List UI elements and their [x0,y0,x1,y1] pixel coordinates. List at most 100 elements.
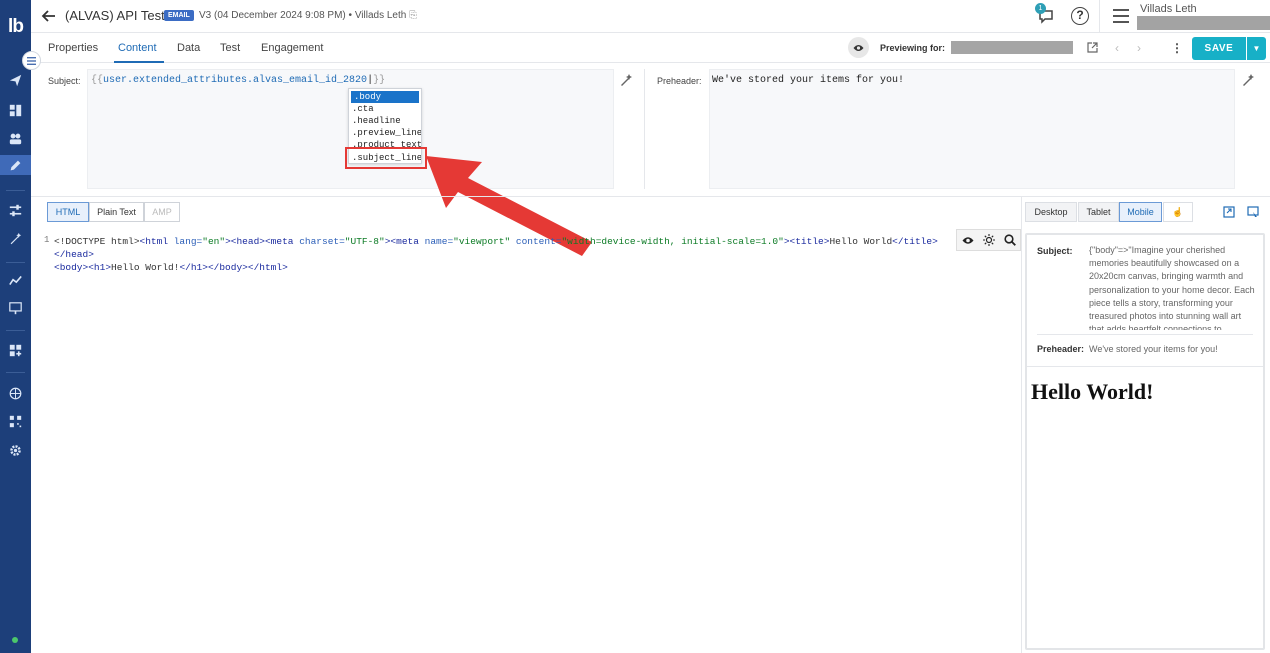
user-name[interactable]: Villads Leth [1140,3,1197,15]
code-body-tag: <body> [54,262,89,273]
code-string: "viewport" [453,236,511,247]
code-h1-tag: <h1> [88,262,112,273]
code-string: "width=device-width, initial-scale=1.0" [561,236,784,247]
subject-open-brace: {{ [91,75,104,86]
mode-amp[interactable]: AMP [144,202,180,222]
autocomplete-option-preview-line[interactable]: .preview_line [349,127,421,139]
subject-close-brace: }} [373,75,386,86]
content-pencil-icon[interactable] [0,155,31,175]
subject-personalize-wand-icon[interactable] [620,74,632,86]
code-doctype: <!DOCTYPE html> [54,236,140,247]
tab-properties[interactable]: Properties [48,42,98,54]
code-title-tag: ><title> [783,236,830,247]
preview-user-select[interactable] [951,41,1073,54]
section-divider [31,196,1270,197]
preheader-personalize-wand-icon[interactable] [1242,74,1254,86]
active-tab-indicator [114,61,164,63]
rail-divider [6,190,25,191]
code-attr: lang= [173,236,203,247]
notification-count-badge: 1 [1035,3,1046,14]
user-email-redacted [1137,16,1270,30]
next-user-arrow-icon[interactable]: › [1137,41,1141,55]
author-name: Villads Leth [354,10,407,21]
magic-wand-icon[interactable] [5,228,25,248]
tab-data[interactable]: Data [177,42,200,54]
code-attr: name= [424,236,454,247]
autocomplete-option-body[interactable]: .body [351,91,419,103]
hamburger-menu-icon[interactable] [1113,9,1129,23]
html-code-editor[interactable] [31,228,1021,653]
autocomplete-option-headline[interactable]: .headline [349,115,421,127]
code-meta-tag: ><meta [384,236,425,247]
save-dropdown-icon[interactable]: ▼ [1247,37,1266,60]
mode-html[interactable]: HTML [47,202,89,222]
sliders-icon[interactable] [5,200,25,220]
layout-icon[interactable] [5,100,25,120]
analytics-icon[interactable] [5,270,25,290]
tab-content[interactable]: Content [118,42,157,54]
channel-badge: EMAIL [164,10,194,21]
inbox-preview-icon[interactable] [1247,206,1259,218]
qr-code-icon[interactable] [5,411,25,431]
app-logo[interactable]: lb [2,16,29,44]
field-divider [644,69,645,189]
interactive-pointer-icon[interactable]: ☝ [1163,202,1193,222]
preview-preheader-text: We've stored your items for you! [1089,344,1218,354]
preview-eye-icon[interactable] [848,37,869,58]
export-preview-icon[interactable] [1223,206,1235,218]
version-info: V3 (04 December 2024 9:08 PM) • Villads … [199,10,417,21]
save-button[interactable]: SAVE [1192,37,1246,60]
code-attr: charset= [299,236,345,247]
editor-tabs-bar: Properties Content Data Test Engagement … [31,33,1270,63]
left-nav-rail: lb [0,0,31,653]
more-options-icon[interactable]: ⋮ [1171,41,1183,55]
mode-plain-text[interactable]: Plain Text [89,202,144,222]
code-string: "en" [202,236,226,247]
preview-heading: Hello World! [1031,379,1154,404]
preheader-value: We've stored your items for you! [712,75,905,86]
code-attr: content= [510,236,562,247]
rail-divider [6,372,25,373]
header-divider [1099,0,1100,33]
code-close-tags: </h1></body></html> [179,262,288,273]
editor-tools [956,229,1021,251]
report-icon[interactable] [5,298,25,318]
open-external-icon[interactable] [1087,42,1098,53]
device-desktop[interactable]: Desktop [1025,202,1077,222]
subject-label: Subject: [48,76,81,86]
device-mobile[interactable]: Mobile [1119,202,1162,222]
code-content[interactable]: <!DOCTYPE html><html lang="en"><head><me… [54,235,960,274]
code-html-tag: <html [139,236,174,247]
version-label: V3 (04 December 2024 9:08 PM) [199,10,346,21]
annotation-highlight-box [345,147,427,169]
status-indicator [12,637,18,643]
preview-subject-text: {"body"=>"Imagine your cherished memorie… [1089,245,1255,330]
help-icon[interactable]: ? [1071,7,1089,25]
device-tablet[interactable]: Tablet [1078,202,1119,222]
theme-sun-icon[interactable] [978,230,999,250]
line-number: 1 [44,235,50,245]
previewing-for-label: Previewing for: [880,43,946,53]
autocomplete-option-cta[interactable]: .cta [349,103,421,115]
tab-test[interactable]: Test [220,42,240,54]
code-text: Hello World [829,236,893,247]
preheader-input[interactable] [709,69,1235,189]
rail-divider [6,262,25,263]
audience-icon[interactable] [5,128,25,148]
search-icon[interactable] [999,230,1020,250]
author-info-icon[interactable]: ⎘ [409,10,417,21]
eye-icon[interactable] [957,230,978,250]
subject-value[interactable]: {{user.extended_attributes.alvas_email_i… [91,75,385,86]
globe-icon[interactable] [5,383,25,403]
tab-engagement[interactable]: Engagement [261,42,323,54]
editor-preview-divider [1021,197,1022,653]
send-icon[interactable] [5,70,25,90]
preview-divider [1037,334,1253,335]
collapse-sidebar-icon[interactable] [22,51,41,70]
preview-divider [1027,366,1263,367]
previous-user-arrow-icon[interactable]: ‹ [1115,41,1119,55]
settings-gear-icon[interactable] [5,440,25,460]
top-header: (ALVAS) API Test EMAIL V3 (04 December 2… [31,0,1270,33]
apps-grid-icon[interactable] [5,340,25,360]
back-arrow-icon[interactable] [40,7,58,25]
